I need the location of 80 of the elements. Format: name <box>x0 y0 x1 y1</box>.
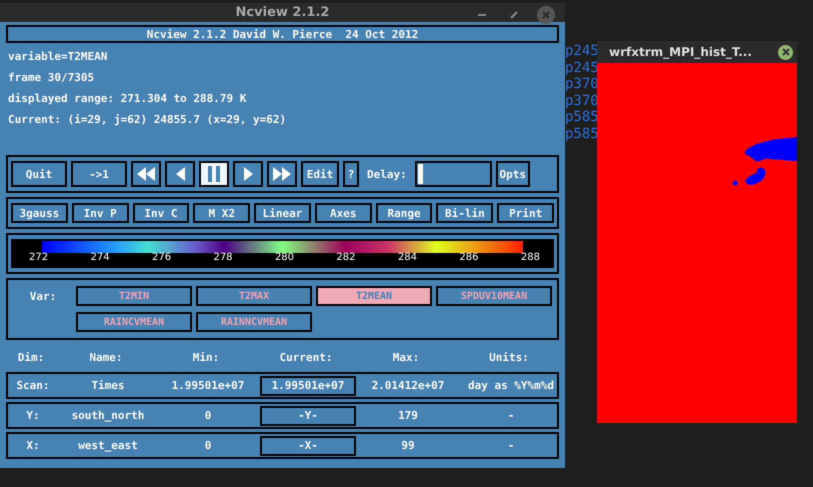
column-header: Max: <box>392 350 420 364</box>
terminal-text: p370 <box>565 76 599 92</box>
column-header: Min: <box>192 350 220 364</box>
column-header: Units: <box>489 350 529 364</box>
toolbar-button[interactable]: ? <box>343 161 359 187</box>
delay-label: Delay: <box>366 168 408 180</box>
column-header: Name: <box>89 350 123 364</box>
table-cell: - <box>508 409 514 422</box>
table-cell: 179 <box>398 409 418 422</box>
back-icon <box>176 167 184 181</box>
column-header: Current: <box>280 350 332 364</box>
forward-button[interactable] <box>233 161 263 187</box>
option-button[interactable]: Bi-lin <box>436 203 494 223</box>
info-line: frame 30/7305 <box>8 70 96 85</box>
info-line: displayed range: 271.304 to 288.79 K <box>8 91 248 106</box>
back-button[interactable] <box>165 161 195 187</box>
option-button[interactable]: Print <box>497 203 554 223</box>
delay-slider[interactable] <box>414 161 492 187</box>
close-icon <box>542 11 550 19</box>
toolbar-button[interactable]: Quit <box>11 161 67 187</box>
fastforward-button[interactable] <box>267 161 297 187</box>
rewind-icon <box>137 167 155 181</box>
current-value-field[interactable]: 1.99501e+07 <box>260 376 356 396</box>
option-button[interactable]: Inv C <box>132 203 190 223</box>
table-cell: 2.01412e+07 <box>372 379 444 392</box>
colorbar-label: 274 <box>90 252 110 263</box>
table-cell: south_north <box>72 409 144 422</box>
info-line: Current: (i=29, j=62) 24855.7 (x=29, y=62) <box>8 112 288 127</box>
colorbar-label: 278 <box>213 252 233 263</box>
colorbar-label: 284 <box>398 252 417 263</box>
table-cell: - <box>508 439 514 452</box>
table-cell: 99 <box>401 439 415 452</box>
rewind-button[interactable] <box>131 161 161 187</box>
colorbar-label: 288 <box>520 252 540 263</box>
terminal-text: p585 <box>565 109 599 126</box>
play-icon <box>244 167 252 181</box>
current-value-field[interactable]: -Y- <box>260 406 356 426</box>
terminal-text: p585 <box>565 126 599 142</box>
slider-thumb[interactable] <box>418 164 423 184</box>
pause-button[interactable] <box>199 161 229 187</box>
table-cell: 0 <box>204 439 212 452</box>
colorbar-label: 272 <box>29 252 48 263</box>
terminal-text: p245 <box>565 43 599 60</box>
minimize-icon <box>478 14 486 16</box>
table-cell: Times <box>91 379 125 392</box>
colorbar-label: 282 <box>336 252 356 263</box>
option-button[interactable]: Linear <box>254 203 311 223</box>
close-icon <box>782 48 790 56</box>
option-button[interactable]: Axes <box>314 203 372 223</box>
terminal-text: p245 <box>565 60 599 76</box>
close-button[interactable] <box>537 6 555 24</box>
terminal-text: p370 <box>565 92 599 109</box>
close-button[interactable] <box>778 44 793 60</box>
window-title: wrfxtrm_MPI_hist_T... <box>609 45 752 59</box>
option-button[interactable]: Inv P <box>72 203 129 223</box>
colorbar-label: 280 <box>274 252 294 263</box>
table-cell: X: <box>26 439 40 452</box>
banner: Ncview 2.1.2 David W. Pierce 24 Oct 2012 <box>6 25 559 43</box>
window-title: Ncview 2.1.2 <box>236 5 330 20</box>
info-line: variable=T2MEAN <box>8 49 108 64</box>
pause-icon <box>208 166 220 182</box>
toolbar-button[interactable]: ->1 <box>71 161 127 187</box>
colorbar-label: 286 <box>459 252 478 263</box>
option-button[interactable]: Range <box>376 203 432 223</box>
option-button[interactable]: M X2 <box>193 203 250 223</box>
column-header: Dim: <box>18 350 44 364</box>
current-value-field[interactable]: -X- <box>260 436 356 456</box>
table-cell: day as %Y%m%d <box>468 379 554 392</box>
toolbar-button[interactable]: Opts <box>496 161 530 187</box>
option-button[interactable]: 3gauss <box>11 203 68 223</box>
table-cell: Y: <box>26 409 40 422</box>
toolbar-button[interactable]: Edit <box>301 161 339 187</box>
variable-button[interactable]: T2MEAN <box>316 286 432 306</box>
table-cell: 0 <box>204 409 212 422</box>
table-cell: west_east <box>78 439 138 452</box>
table-cell: Scan: <box>16 379 50 392</box>
fast-forward-icon <box>273 167 291 181</box>
colorbar-label: 276 <box>152 252 172 263</box>
table-cell: 1.99501e+07 <box>172 379 244 392</box>
var-label: Var: <box>28 290 58 302</box>
